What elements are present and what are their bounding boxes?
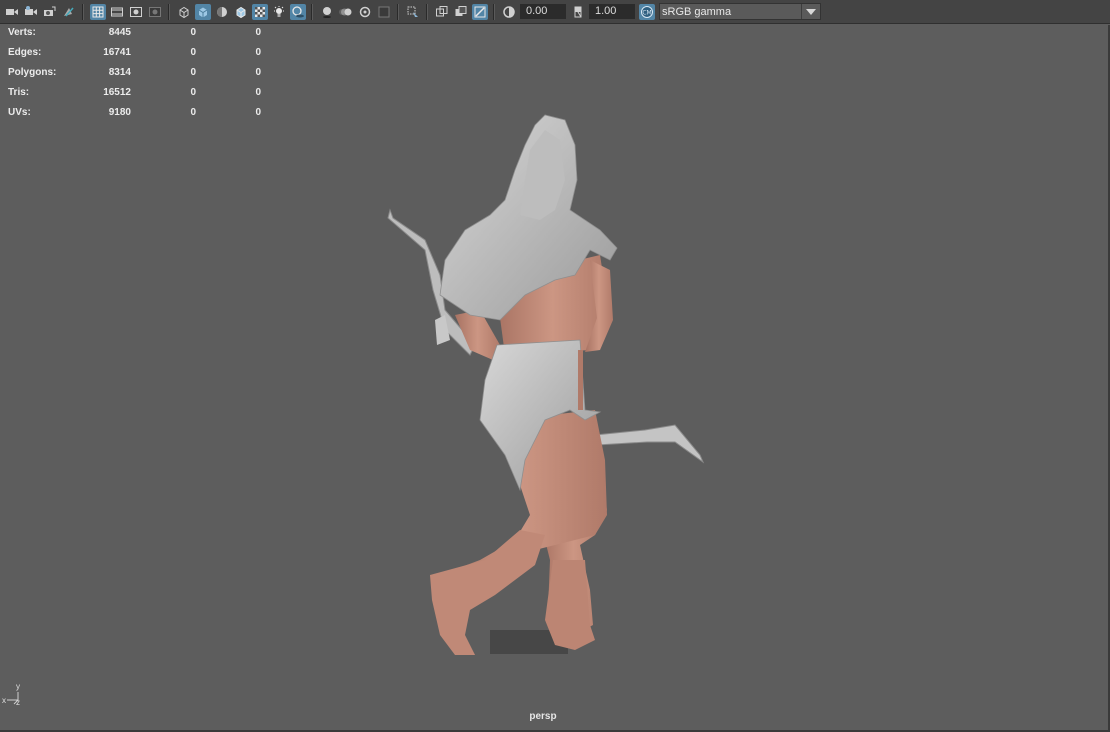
wireframe-on-shaded-icon[interactable] — [233, 4, 249, 20]
gate-mask-icon[interactable] — [147, 4, 163, 20]
color-space-dropdown[interactable]: sRGB gamma — [659, 3, 821, 20]
hud-row: Tris: 16512 0 0 — [8, 85, 268, 105]
shadows-icon[interactable] — [289, 3, 306, 20]
xray-joints-icon[interactable] — [471, 3, 488, 20]
hud-label: Polygons: — [8, 67, 57, 78]
camera-icon[interactable] — [4, 4, 20, 20]
hud-label: Verts: — [8, 27, 36, 38]
resolution-gate-icon[interactable] — [128, 4, 144, 20]
hud-value: 0 — [255, 67, 261, 78]
hud-value: 16512 — [103, 87, 131, 98]
hud-value: 0 — [255, 47, 261, 58]
axis-label-x: x — [2, 696, 6, 705]
exposure-field[interactable]: 0.00 — [520, 4, 566, 19]
use-all-lights-icon[interactable] — [271, 4, 287, 20]
exposure-icon[interactable] — [501, 4, 517, 20]
hud-value: 16741 — [103, 47, 131, 58]
character-boot-back — [545, 560, 595, 650]
hud-label: Tris: — [8, 87, 30, 98]
color-space-label: sRGB gamma — [662, 5, 732, 18]
xray-active-components-icon[interactable] — [453, 4, 469, 20]
camera-attributes-icon[interactable] — [23, 4, 39, 20]
hud-value: 0 — [190, 27, 196, 38]
chevron-down-icon[interactable] — [801, 4, 820, 19]
hud-row: Verts: 8445 0 0 — [8, 25, 268, 45]
wireframe-icon[interactable] — [176, 4, 192, 20]
multisample-aa-icon[interactable] — [357, 4, 373, 20]
hud-value: 0 — [255, 87, 261, 98]
hud-row: Polygons: 8314 0 0 — [8, 65, 268, 85]
hud-value: 0 — [190, 87, 196, 98]
hud-row: Edges: 16741 0 0 — [8, 45, 268, 65]
hud-value: 0 — [255, 107, 261, 118]
hud-label: UVs: — [8, 107, 31, 118]
view-axis-icon: y x z — [2, 682, 20, 706]
hud-row: UVs: 9180 0 0 — [8, 105, 268, 125]
color-management-icon[interactable]: CM — [638, 3, 655, 20]
hud-value: 9180 — [108, 107, 131, 118]
hud-value: 0 — [190, 67, 196, 78]
poly-count-hud: Verts: 8445 0 0 Edges: 16741 0 0 Polygons: 8314… — [8, 25, 268, 125]
toolbar-separator — [168, 3, 170, 20]
toolbar-separator — [82, 3, 84, 20]
toolbar-separator — [397, 3, 399, 20]
film-gate-icon[interactable] — [109, 4, 125, 20]
isolate-select-icon[interactable] — [405, 4, 421, 20]
grid-icon[interactable] — [89, 3, 106, 20]
gamma-icon[interactable] — [570, 4, 586, 20]
toolbar-separator — [311, 3, 313, 20]
axis-label-z: z — [16, 698, 20, 706]
bookmark-icon[interactable] — [42, 4, 58, 20]
hud-value: 8445 — [108, 27, 131, 38]
textured-icon[interactable] — [251, 3, 268, 20]
toolbar-separator — [426, 3, 428, 20]
viewport-toolbar: 0.00 1.00 CM sRGB gamma — [0, 0, 1110, 24]
scarf-tail-right — [594, 424, 705, 464]
toolbar-separator — [493, 3, 495, 20]
smooth-shade-icon[interactable] — [194, 3, 211, 20]
image-plane-icon[interactable] — [61, 4, 77, 20]
svg-text:CM: CM — [642, 9, 651, 16]
motion-blur-icon[interactable] — [338, 4, 354, 20]
gamma-field[interactable]: 1.00 — [589, 4, 635, 19]
depth-of-field-icon[interactable] — [376, 4, 392, 20]
default-material-icon[interactable] — [214, 4, 230, 20]
hud-value: 0 — [190, 107, 196, 118]
perspective-viewport[interactable]: Verts: 8445 0 0 Edges: 16741 0 0 Polygons: 8314… — [0, 25, 1110, 732]
xray-icon[interactable] — [434, 4, 450, 20]
hud-value: 8314 — [108, 67, 131, 78]
character-belt-strap — [578, 350, 583, 410]
camera-name-label: persp — [529, 711, 557, 722]
hud-value: 0 — [255, 27, 261, 38]
hud-value: 0 — [190, 47, 196, 58]
screen-space-ao-icon[interactable] — [319, 4, 335, 20]
hud-label: Edges: — [8, 47, 42, 58]
character-model[interactable] — [385, 90, 715, 660]
axis-label-y: y — [16, 682, 20, 691]
